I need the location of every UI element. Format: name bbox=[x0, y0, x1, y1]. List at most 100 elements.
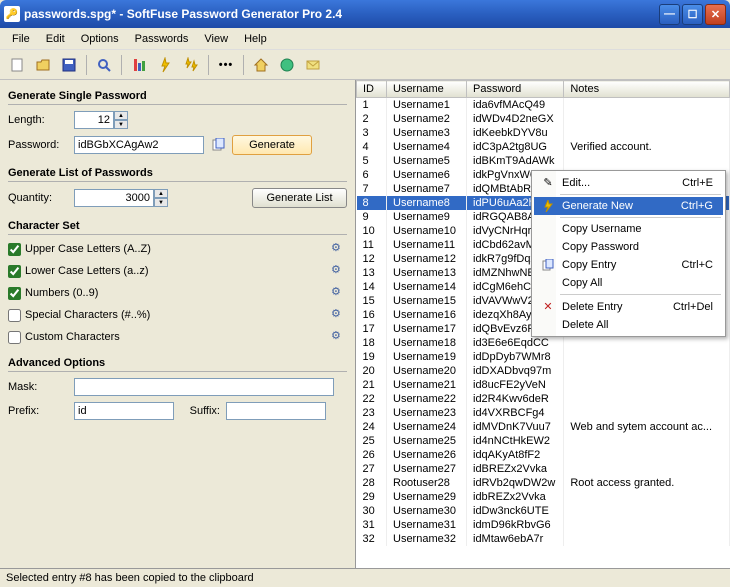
menu-file[interactable]: File bbox=[4, 31, 38, 47]
custom-label: Custom Characters bbox=[25, 331, 120, 343]
generate-one-icon[interactable] bbox=[154, 54, 176, 76]
lower-checkbox[interactable] bbox=[8, 265, 21, 278]
table-row[interactable]: 1Username1ida6vfMAcQ49 bbox=[357, 98, 730, 113]
generate-button[interactable]: Generate bbox=[232, 135, 312, 155]
column-password[interactable]: Password bbox=[467, 81, 564, 98]
statusbar: Selected entry #8 has been copied to the… bbox=[0, 568, 730, 587]
password-label: Password: bbox=[8, 139, 68, 151]
single-header: Generate Single Password bbox=[8, 84, 347, 105]
menu-options[interactable]: Options bbox=[73, 31, 127, 47]
cm-edit[interactable]: ✎ Edit... Ctrl+E bbox=[534, 173, 723, 192]
table-row[interactable]: 26Username26idqAKyAt8fF2 bbox=[357, 448, 730, 462]
cm-copy-username[interactable]: Copy Username bbox=[534, 220, 723, 238]
column-username[interactable]: Username bbox=[387, 81, 467, 98]
table-row[interactable]: 20Username20idDXADbvq97m bbox=[357, 364, 730, 378]
quantity-label: Quantity: bbox=[8, 192, 68, 204]
app-icon: 🔑 bbox=[4, 6, 20, 22]
length-up[interactable]: ▲ bbox=[114, 111, 128, 120]
table-row[interactable]: 31Username31idmD96kRbvG6 bbox=[357, 518, 730, 532]
table-row[interactable]: 21Username21id8ucFE2yVeN bbox=[357, 378, 730, 392]
gear-icon[interactable]: ⚙ bbox=[331, 329, 347, 345]
edit-icon: ✎ bbox=[538, 176, 558, 189]
toolbar: ••• bbox=[0, 50, 730, 80]
open-icon[interactable] bbox=[32, 54, 54, 76]
special-label: Special Characters (#..%) bbox=[25, 309, 150, 321]
table-row[interactable]: 3Username3idKeebkDYV8u bbox=[357, 126, 730, 140]
lower-label: Lower Case Letters (a..z) bbox=[25, 265, 149, 277]
charset-header: Character Set bbox=[8, 214, 347, 235]
prefix-input[interactable] bbox=[74, 402, 174, 420]
custom-checkbox[interactable] bbox=[8, 331, 21, 344]
table-row[interactable]: 18Username18id3E6e6EqdCC bbox=[357, 336, 730, 350]
close-button[interactable]: ✕ bbox=[705, 4, 726, 25]
table-row[interactable]: 22Username22id2R4Kwv6deR bbox=[357, 392, 730, 406]
length-label: Length: bbox=[8, 114, 68, 126]
gear-icon[interactable]: ⚙ bbox=[331, 263, 347, 279]
gear-icon[interactable]: ⚙ bbox=[331, 285, 347, 301]
length-down[interactable]: ▼ bbox=[114, 120, 128, 129]
mask-input[interactable] bbox=[74, 378, 334, 396]
table-row[interactable]: 19Username19idDpDyb7WMr8 bbox=[357, 350, 730, 364]
search-icon[interactable] bbox=[93, 54, 115, 76]
cm-generate-new[interactable]: Generate New Ctrl+G bbox=[534, 197, 723, 215]
generate-list-icon[interactable] bbox=[180, 54, 202, 76]
window-title: passwords.spg* - SoftFuse Password Gener… bbox=[24, 7, 659, 21]
table-row[interactable]: 28Rootuser28idRVb2qwDW2wRoot access gran… bbox=[357, 476, 730, 490]
table-row[interactable]: 25Username25id4nNCtHkEW2 bbox=[357, 434, 730, 448]
mask-icon[interactable]: ••• bbox=[215, 54, 237, 76]
cm-copy-password[interactable]: Copy Password bbox=[534, 238, 723, 256]
save-icon[interactable] bbox=[58, 54, 80, 76]
menu-passwords[interactable]: Passwords bbox=[127, 31, 197, 47]
advanced-header: Advanced Options bbox=[8, 351, 347, 372]
password-table-panel: ID Username Password Notes 1Username1ida… bbox=[355, 80, 730, 568]
list-header: Generate List of Passwords bbox=[8, 161, 347, 182]
suffix-label: Suffix: bbox=[180, 405, 220, 417]
length-input[interactable] bbox=[74, 111, 114, 129]
password-output[interactable] bbox=[74, 136, 204, 154]
minimize-button[interactable]: — bbox=[659, 4, 680, 25]
menu-edit[interactable]: Edit bbox=[38, 31, 73, 47]
table-row[interactable]: 27Username27idBREZx2Vvka bbox=[357, 462, 730, 476]
table-row[interactable]: 29Username29idbREZx2Vvka bbox=[357, 490, 730, 504]
table-row[interactable]: 2Username2idWDv4D2neGX bbox=[357, 112, 730, 126]
cm-delete-all[interactable]: Delete All bbox=[534, 316, 723, 334]
table-row[interactable]: 23Username23id4VXRBCFg4 bbox=[357, 406, 730, 420]
cm-copy-entry[interactable]: Copy Entry Ctrl+C bbox=[534, 256, 723, 274]
numbers-checkbox[interactable] bbox=[8, 287, 21, 300]
table-row[interactable]: 4Username4idC3pA2tg8UGVerified account. bbox=[357, 140, 730, 154]
table-row[interactable]: 5Username5idBKmT9AdAWk bbox=[357, 154, 730, 168]
column-notes[interactable]: Notes bbox=[564, 81, 730, 98]
menubar: File Edit Options Passwords View Help bbox=[0, 28, 730, 50]
web-icon[interactable] bbox=[276, 54, 298, 76]
menu-help[interactable]: Help bbox=[236, 31, 275, 47]
maximize-button[interactable]: ☐ bbox=[682, 4, 703, 25]
status-text: Selected entry #8 has been copied to the… bbox=[6, 572, 254, 584]
generate-list-button[interactable]: Generate List bbox=[252, 188, 347, 208]
cm-copy-all[interactable]: Copy All bbox=[534, 274, 723, 292]
new-icon[interactable] bbox=[6, 54, 28, 76]
upper-checkbox[interactable] bbox=[8, 243, 21, 256]
sort-icon[interactable] bbox=[128, 54, 150, 76]
copy-icon[interactable] bbox=[210, 137, 226, 153]
lightning-icon bbox=[538, 200, 558, 212]
gear-icon[interactable]: ⚙ bbox=[331, 307, 347, 323]
mail-icon[interactable] bbox=[302, 54, 324, 76]
upper-label: Upper Case Letters (A..Z) bbox=[25, 243, 151, 255]
home-icon[interactable] bbox=[250, 54, 272, 76]
left-panel: Generate Single Password Length: ▲▼ Pass… bbox=[0, 80, 355, 568]
cm-delete-entry[interactable]: ✕ Delete Entry Ctrl+Del bbox=[534, 297, 723, 316]
quantity-input[interactable] bbox=[74, 189, 154, 207]
table-row[interactable]: 30Username30idDw3nck6UTE bbox=[357, 504, 730, 518]
context-menu: ✎ Edit... Ctrl+E Generate New Ctrl+G Cop… bbox=[531, 170, 726, 337]
mask-label: Mask: bbox=[8, 381, 68, 393]
qty-down[interactable]: ▼ bbox=[154, 198, 168, 207]
menu-view[interactable]: View bbox=[196, 31, 236, 47]
qty-up[interactable]: ▲ bbox=[154, 189, 168, 198]
table-row[interactable]: 24Username24idMVDnK7Vuu7Web and sytem ac… bbox=[357, 420, 730, 434]
gear-icon[interactable]: ⚙ bbox=[331, 241, 347, 257]
copy-icon bbox=[538, 259, 558, 271]
column-id[interactable]: ID bbox=[357, 81, 387, 98]
table-row[interactable]: 32Username32idMtaw6ebA7r bbox=[357, 532, 730, 546]
special-checkbox[interactable] bbox=[8, 309, 21, 322]
suffix-input[interactable] bbox=[226, 402, 326, 420]
